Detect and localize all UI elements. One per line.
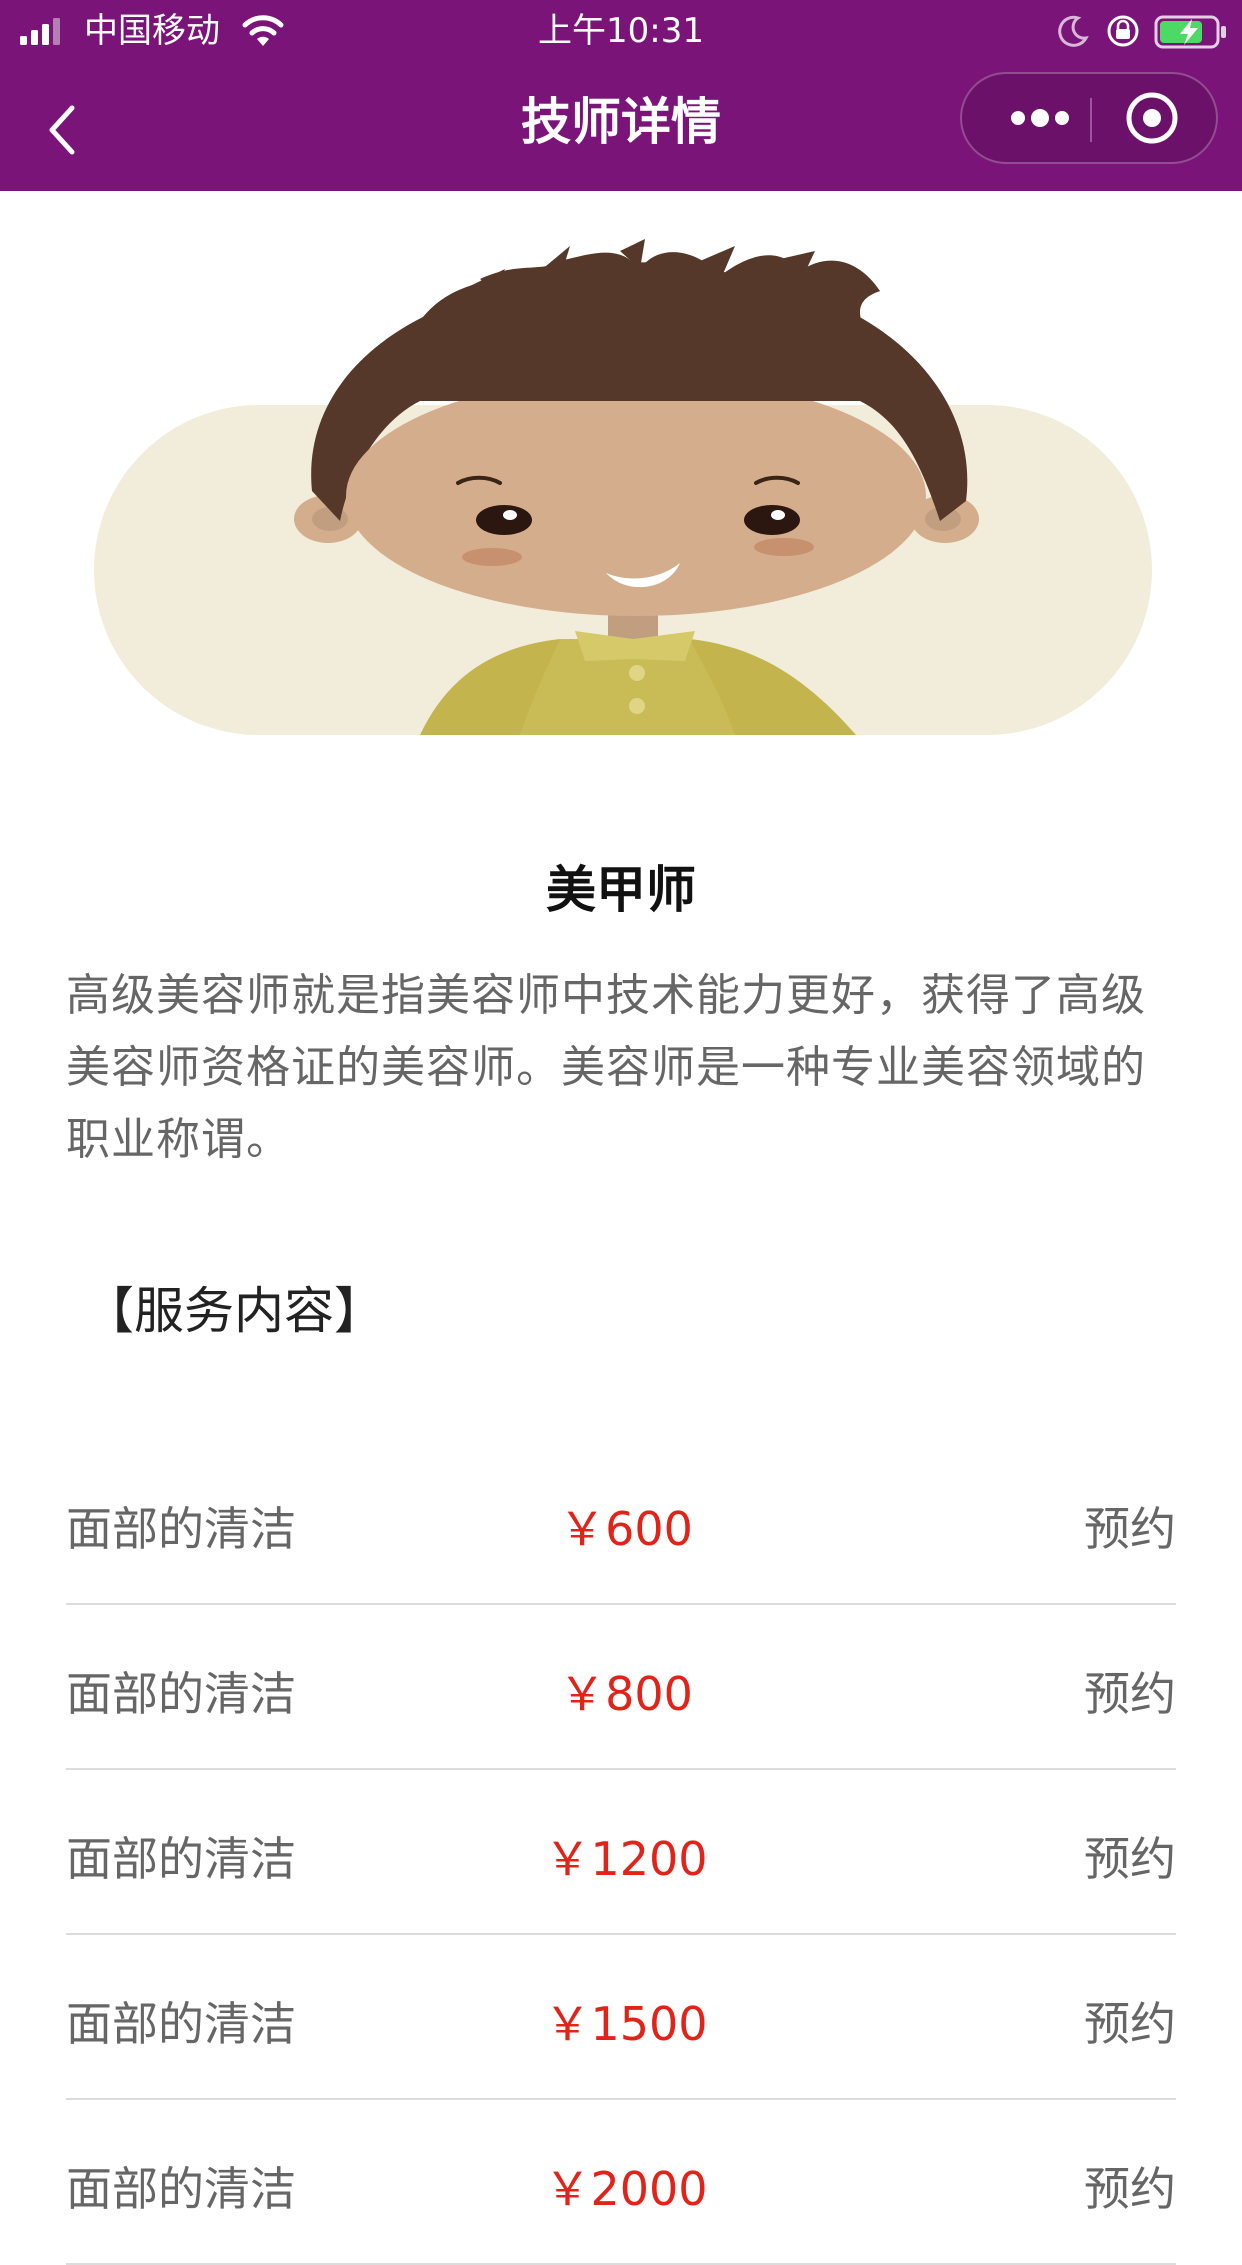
status-bar: 中国移动 上午10:31	[0, 0, 1242, 62]
service-price: ￥800	[559, 1667, 693, 1721]
moon-icon	[1058, 15, 1089, 47]
more-icon[interactable]	[990, 74, 1090, 162]
capsule-menu	[960, 72, 1218, 164]
nav-bar: 技师详情	[0, 62, 1242, 191]
service-name: 面部的清洁	[66, 1502, 296, 1556]
service-row: 面部的清洁 ￥1500 预约	[66, 1935, 1176, 2100]
book-button[interactable]: 预约	[1084, 1500, 1176, 1558]
technician-title: 美甲师	[546, 861, 696, 919]
rotation-lock-icon	[1107, 15, 1139, 47]
book-button[interactable]: 预约	[1084, 1830, 1176, 1888]
services-section-title: 【服务内容】	[84, 1282, 384, 1340]
book-button[interactable]: 预约	[1084, 2160, 1176, 2218]
service-price: ￥2000	[544, 2162, 708, 2216]
service-price: ￥600	[559, 1502, 693, 1556]
service-row: 面部的清洁 ￥2000 预约	[66, 2100, 1176, 2265]
technician-description: 高级美容师就是指美容师中技术能力更好，获得了高级美容师资格证的美容师。美容师是一…	[66, 970, 1146, 1165]
service-row: 面部的清洁 ￥1200 预约	[66, 1770, 1176, 1935]
service-row: 面部的清洁 ￥600 预约	[66, 1440, 1176, 1605]
technician-avatar	[94, 239, 1152, 735]
service-price: ￥1500	[544, 1997, 708, 2051]
service-name: 面部的清洁	[66, 1997, 296, 2051]
service-price: ￥1200	[544, 1832, 708, 1886]
header: 中国移动 上午10:31 技师详情	[0, 0, 1242, 191]
battery-icon	[1154, 15, 1226, 49]
service-list: 面部的清洁 ￥600 预约 面部的清洁 ￥800 预约 面部的清洁 ￥1200 …	[66, 1440, 1176, 2265]
back-icon[interactable]	[38, 98, 86, 162]
service-name: 面部的清洁	[66, 1832, 296, 1886]
service-name: 面部的清洁	[66, 1667, 296, 1721]
close-miniprogram-icon[interactable]	[1092, 74, 1216, 162]
service-name: 面部的清洁	[66, 2162, 296, 2216]
book-button[interactable]: 预约	[1084, 1995, 1176, 2053]
book-button[interactable]: 预约	[1084, 1665, 1176, 1723]
service-row: 面部的清洁 ￥800 预约	[66, 1605, 1176, 1770]
